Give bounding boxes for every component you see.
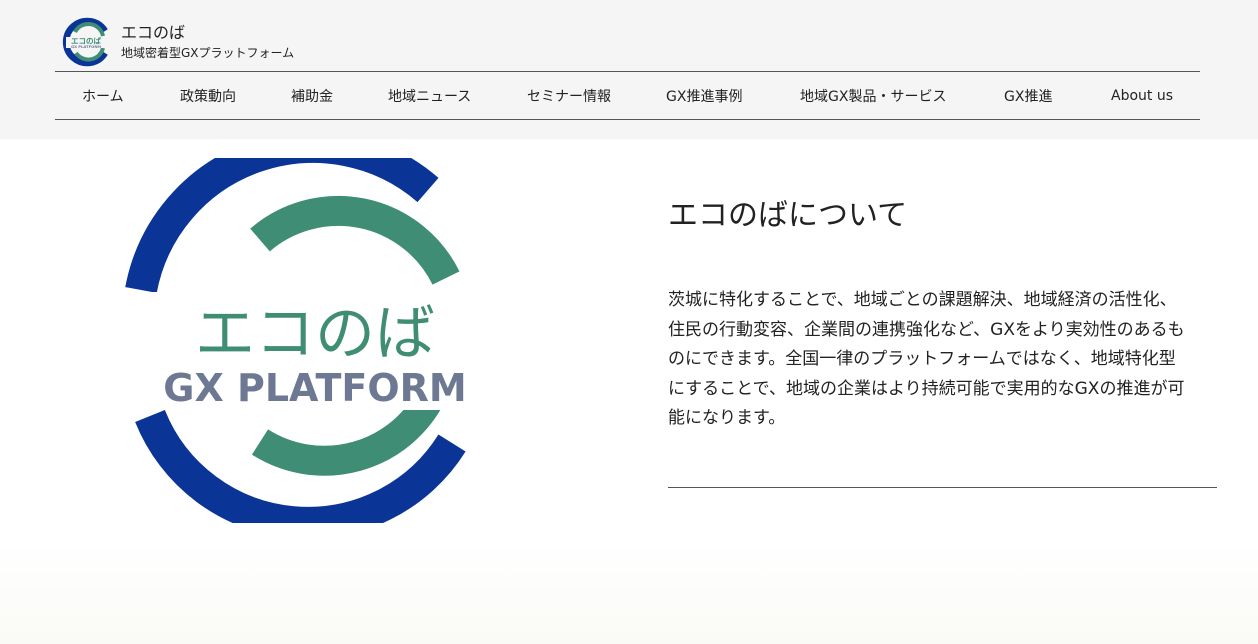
ecoba-logo-image: エコのば GX PLATFORM: [110, 158, 520, 523]
site-header: エコのば GX PLATFORM エコのば 地域密着型GXプラットフォーム ホー…: [0, 0, 1258, 139]
nav-item-local-news[interactable]: 地域ニュース: [388, 72, 471, 119]
brand-logo-icon: エコのば GX PLATFORM: [62, 17, 108, 67]
about-line: 茨城に特化することで、地域ごとの課題解決、地域経済の活性化、: [668, 290, 1177, 310]
main-nav: ホーム 政策動向 補助金 地域ニュース セミナー情報 GX推進事例 地域GX製品…: [55, 71, 1200, 120]
nav-item-seminars[interactable]: セミナー情報: [527, 72, 611, 119]
nav-item-gx-cases[interactable]: GX推進事例: [666, 72, 742, 119]
nav-item-home[interactable]: ホーム: [82, 72, 124, 119]
about-line: にすることで、地域の企業はより持続可能で実用的なGXの推進が可: [668, 378, 1185, 399]
logo-main-text: エコのば: [195, 299, 435, 369]
nav-item-policy-trends[interactable]: 政策動向: [180, 72, 236, 119]
brand-home-link[interactable]: エコのば GX PLATFORM エコのば 地域密着型GXプラットフォーム: [61, 17, 294, 67]
about-line: 能になります。: [668, 408, 786, 428]
about-description: 茨城に特化することで、地域ごとの課題解決、地域経済の活性化、 住民の行動変容、企…: [668, 286, 1220, 434]
site-tagline[interactable]: 地域密着型GXプラットフォーム: [121, 45, 294, 61]
logo-sub-text: GX PLATFORM: [163, 366, 467, 410]
about-line: 住民の行動変容、企業間の連携強化など、GXをより実効性のあるも: [668, 319, 1185, 340]
site-name[interactable]: エコのば: [121, 23, 294, 43]
footer-background: [0, 540, 1258, 644]
nav-item-subsidies[interactable]: 補助金: [291, 72, 333, 119]
nav-item-about-us[interactable]: About us: [1111, 72, 1173, 119]
section-divider: [668, 487, 1217, 488]
nav-item-gx-promotion[interactable]: GX推進: [1004, 72, 1052, 119]
svg-text:GX PLATFORM: GX PLATFORM: [71, 45, 101, 49]
about-line: のにできます。全国一律のプラットフォームではなく、地域特化型: [668, 349, 1176, 369]
nav-item-local-gx-products[interactable]: 地域GX製品・サービス: [800, 72, 946, 119]
svg-text:エコのば: エコのば: [71, 36, 101, 46]
about-title: エコのばについて: [668, 198, 908, 233]
